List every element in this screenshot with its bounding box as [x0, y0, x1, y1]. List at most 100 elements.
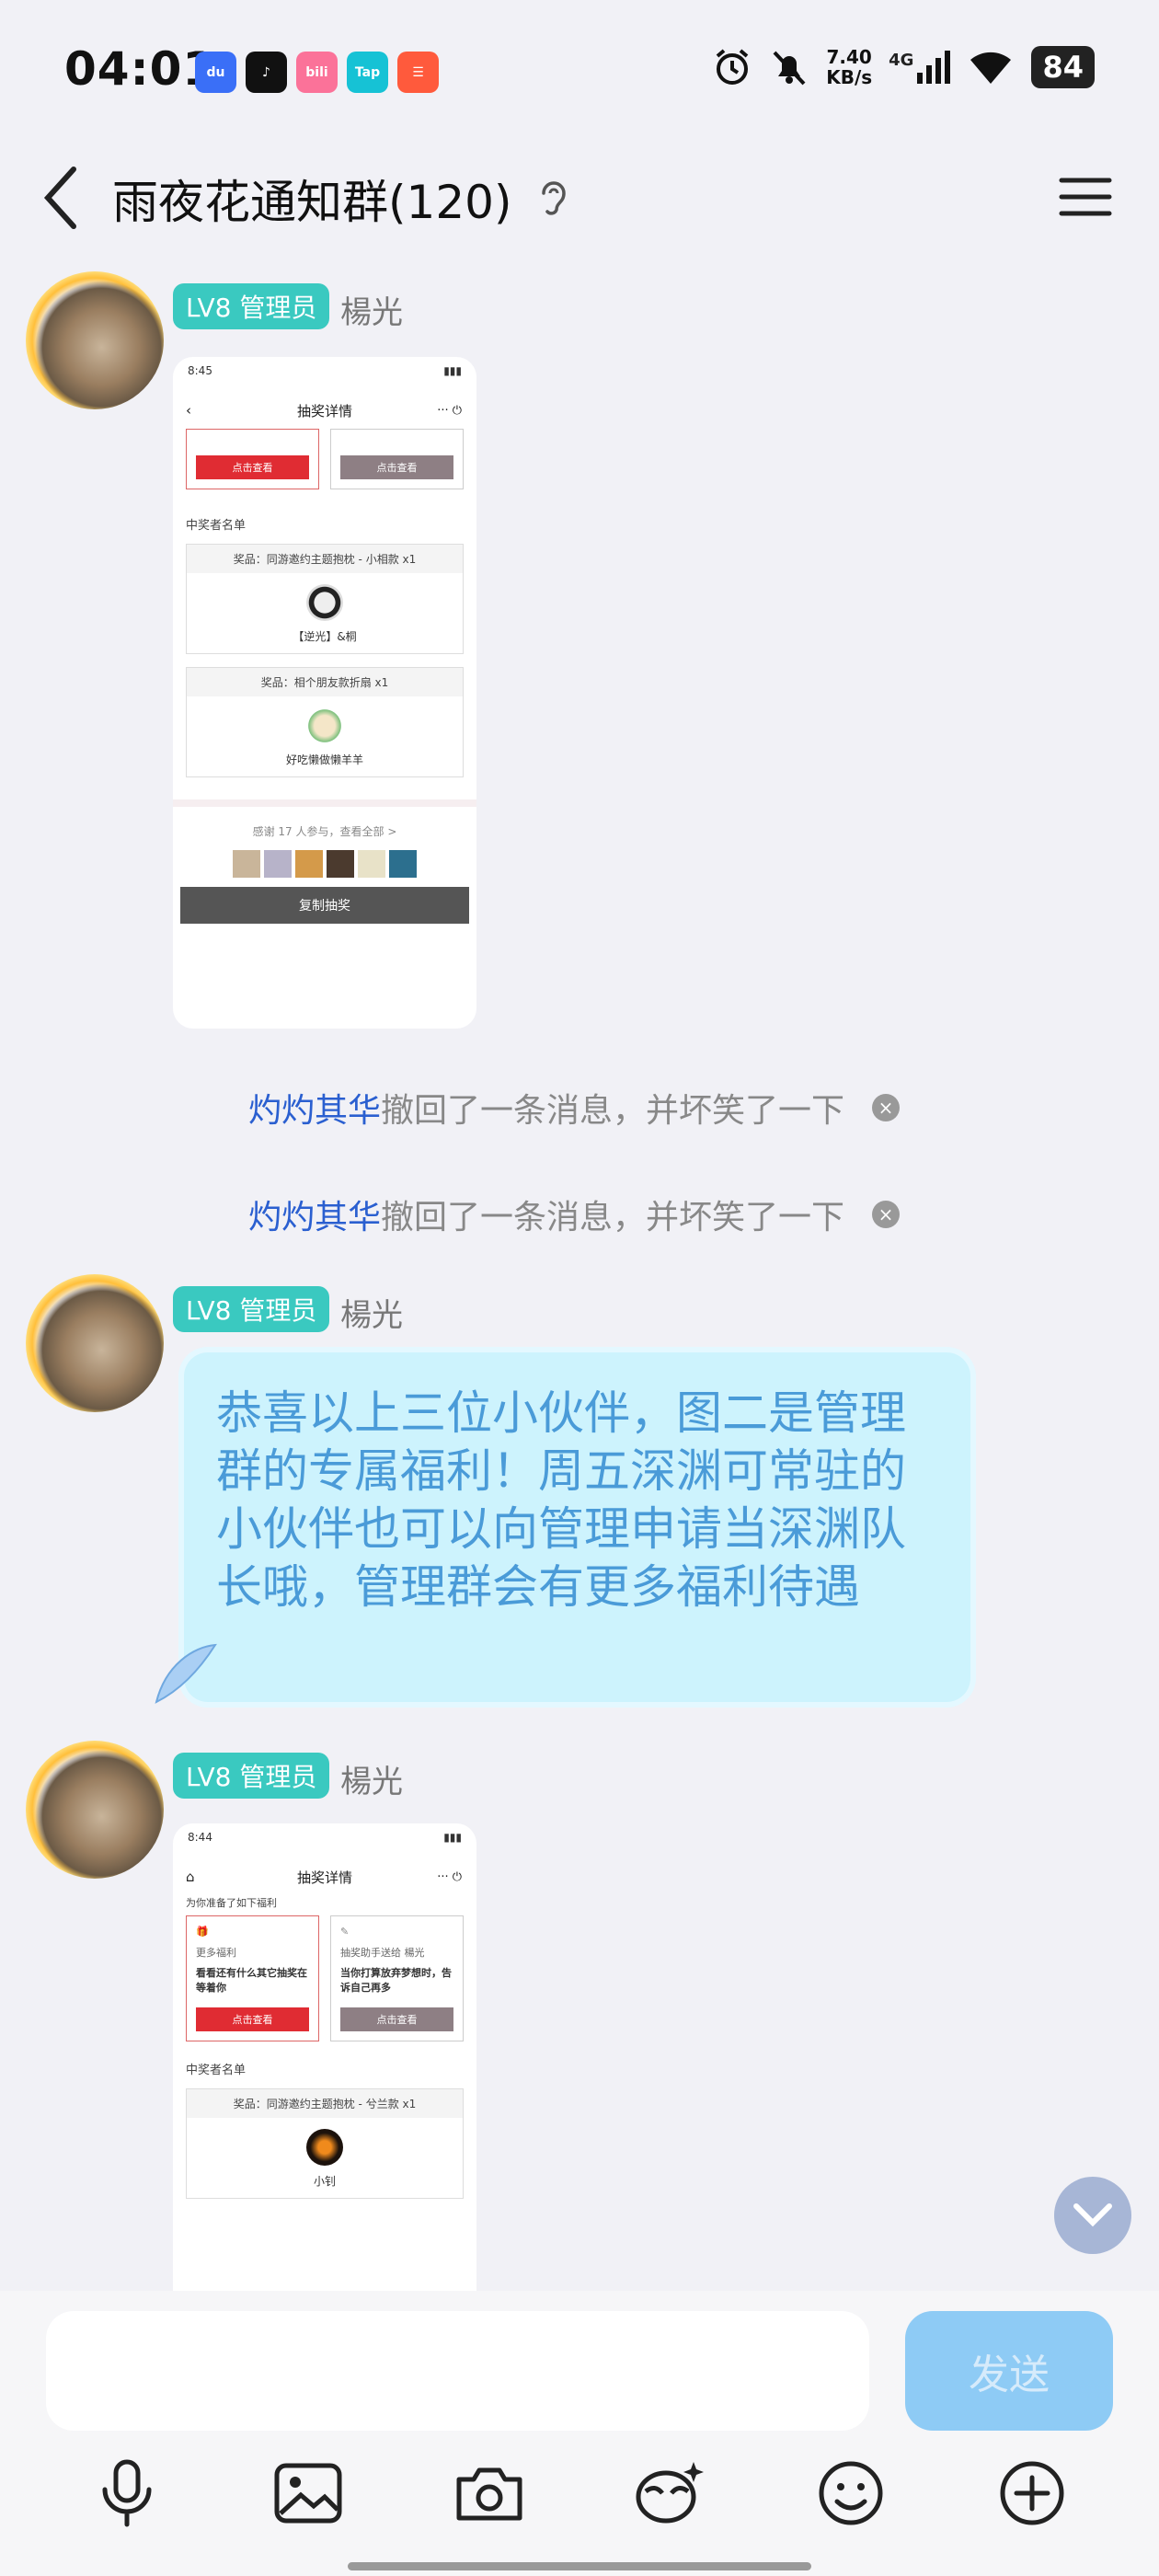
cell-signal-icon: 4G	[889, 51, 951, 84]
xiaohongshu-icon: ☰	[397, 52, 439, 93]
card-tag: 更多福利	[196, 1947, 236, 1959]
image-icon	[274, 2463, 342, 2524]
recall-user[interactable]: 灼灼其华	[248, 1084, 381, 1132]
screenshot-button: 点击查看	[196, 455, 309, 479]
prize-card: 奖品：同游邀约主题抱枕 - 兮兰款 x1 小钊	[186, 2088, 464, 2199]
prize-card: 奖品：相个朋友款折扇 x1 好吃懒做懒羊羊	[186, 667, 464, 777]
magic-expression-button[interactable]	[633, 2456, 706, 2530]
menu-icon[interactable]	[1058, 175, 1113, 219]
notification-icons: du ♪ bili Tap ☰	[195, 52, 439, 93]
participant-avatars	[173, 850, 476, 878]
winner-avatar	[306, 707, 343, 744]
recall-notice: 灼灼其华 撤回了一条消息，并坏笑了一下 ×	[248, 1190, 901, 1238]
prize-title: 奖品：同游邀约主题抱枕 - 兮兰款 x1	[187, 2089, 463, 2118]
screenshot-nav: ‹ 抽奖详情 ··· ⏻	[186, 402, 462, 420]
taptap-icon: Tap	[347, 52, 388, 93]
tiktok-icon: ♪	[246, 52, 287, 93]
screenshot-section-title: 中奖者名单	[186, 519, 247, 533]
screenshot-card: 点击查看	[330, 429, 464, 489]
screenshot-title: 抽奖详情	[296, 402, 352, 420]
camera-button[interactable]	[453, 2456, 526, 2530]
plus-circle-icon	[1000, 2461, 1064, 2525]
screenshot-button: 点击查看	[196, 2007, 309, 2031]
recall-user[interactable]: 灼灼其华	[248, 1190, 381, 1238]
status-bar: 04:01 du ♪ bili Tap ☰ 7.40 KB/s 4G 84	[0, 0, 1159, 138]
screenshot-cards: 点击查看 点击查看	[186, 429, 464, 489]
group-title[interactable]: 雨夜花通知群(120)	[112, 166, 511, 232]
screenshot-card: ✎ 抽奖助手送给 楊光 当你打算放弃梦想时，告诉自己再多 点击查看	[330, 1915, 464, 2041]
network-type: 4G	[889, 51, 914, 70]
sender-name: 楊光	[340, 1297, 403, 1334]
winner-name: 【逆光】&桐	[293, 630, 357, 643]
winner-name: 小钊	[313, 2175, 336, 2188]
screenshot-section-title: 中奖者名单	[186, 2064, 247, 2077]
alarm-icon	[716, 49, 749, 85]
home-indicator[interactable]	[348, 2562, 811, 2570]
admin-badge: LV8 管理员	[173, 283, 330, 329]
sender-name: 楊光	[340, 1764, 403, 1800]
feather-decoration-icon	[155, 1643, 217, 1704]
screenshot-cards: 🎁 更多福利 看看还有什么其它抽奖在等着你 点击查看 ✎ 抽奖助手送给 楊光 当…	[186, 1915, 464, 2041]
back-arrow-icon[interactable]	[40, 166, 81, 230]
ear-mode-icon[interactable]	[538, 177, 569, 221]
close-icon[interactable]: ×	[872, 1094, 901, 1121]
more-button[interactable]	[995, 2456, 1069, 2530]
winner-name: 好吃懒做懒羊羊	[285, 753, 363, 766]
image-message[interactable]: 8:44 ▮▮▮ ⌂ 抽奖详情 ··· ⏻ 为你准备了如下福利 🎁 更多福利 看看…	[173, 1823, 476, 2291]
smiley-icon	[819, 2461, 883, 2525]
net-speed: 7.40 KB/s	[826, 47, 872, 87]
net-speed-value: 7.40	[826, 46, 872, 68]
recall-notice: 灼灼其华 撤回了一条消息，并坏笑了一下 ×	[248, 1084, 901, 1132]
baidu-netdisk-icon: du	[195, 52, 236, 93]
wifi-icon	[970, 52, 1012, 84]
battery-indicator: 84	[1031, 46, 1095, 88]
bilibili-icon: bili	[296, 52, 338, 93]
close-icon[interactable]: ×	[872, 1201, 901, 1228]
admin-badge: LV8 管理员	[173, 1753, 330, 1799]
screenshot-title: 抽奖详情	[296, 1869, 352, 1886]
winner-avatar	[306, 584, 343, 621]
winner-avatar	[306, 2129, 343, 2166]
camera-icon	[456, 2467, 522, 2521]
screenshot-card: 🎁 更多福利 看看还有什么其它抽奖在等着你 点击查看	[186, 1915, 319, 2041]
sender-avatar[interactable]	[26, 1274, 164, 1412]
photo-button[interactable]	[271, 2456, 345, 2530]
prize-title: 奖品：同游邀约主题抱枕 - 小相款 x1	[187, 545, 463, 573]
prize-title: 奖品：相个朋友款折扇 x1	[187, 668, 463, 696]
card-tag: 抽奖助手送给 楊光	[340, 1947, 425, 1959]
chevron-down-icon	[1073, 2203, 1112, 2227]
voice-button[interactable]	[90, 2456, 164, 2530]
card-text: 当你打算放弃梦想时，告诉自己再多	[340, 1967, 452, 1994]
screenshot-time: 8:45	[188, 364, 212, 377]
participants-link: 感谢 17 人参与，查看全部 >	[252, 825, 397, 838]
card-text: 看看还有什么其它抽奖在等着你	[196, 1967, 307, 1994]
recall-text: 撤回了一条消息，并坏笑了一下	[381, 1199, 845, 1236]
mute-bell-icon	[773, 51, 806, 86]
scroll-to-bottom-button[interactable]	[1054, 2177, 1131, 2254]
net-speed-unit: KB/s	[826, 66, 873, 88]
clock: 04:01	[64, 42, 216, 96]
prize-card: 奖品：同游邀约主题抱枕 - 小相款 x1 【逆光】&桐	[186, 544, 464, 654]
status-indicators: 7.40 KB/s 4G 84	[712, 46, 1095, 88]
screenshot-card: 点击查看	[186, 429, 319, 489]
screenshot-button: 点击查看	[340, 455, 453, 479]
image-message[interactable]: 8:45 ▮▮▮ ‹ 抽奖详情 ··· ⏻ 点击查看 点击查看 中奖者名单 奖品：…	[173, 357, 476, 1029]
sender-avatar[interactable]	[26, 1741, 164, 1879]
microphone-icon	[102, 2459, 152, 2527]
screenshot-button: 点击查看	[340, 2007, 453, 2031]
recall-text: 撤回了一条消息，并坏笑了一下	[381, 1092, 845, 1130]
screenshot-status-bar: 8:44 ▮▮▮	[173, 1823, 476, 1858]
send-button[interactable]: 发送	[905, 2311, 1113, 2431]
message-input[interactable]	[46, 2311, 869, 2431]
screenshot-status-bar: 8:45 ▮▮▮	[173, 357, 476, 392]
copy-lottery-button: 复制抽奖	[180, 887, 469, 924]
toolbar	[0, 2456, 1159, 2530]
sender-avatar[interactable]	[26, 271, 164, 409]
screenshot-nav: ⌂ 抽奖详情 ··· ⏻	[186, 1869, 462, 1886]
sender-name: 楊光	[340, 294, 403, 331]
chat-header: 雨夜花通知群(120)	[0, 138, 1159, 258]
input-bar: 发送	[0, 2291, 1159, 2576]
emoji-button[interactable]	[814, 2456, 888, 2530]
mask-sparkle-icon	[636, 2462, 705, 2524]
screenshot-subtitle: 为你准备了如下福利	[186, 1897, 277, 1909]
